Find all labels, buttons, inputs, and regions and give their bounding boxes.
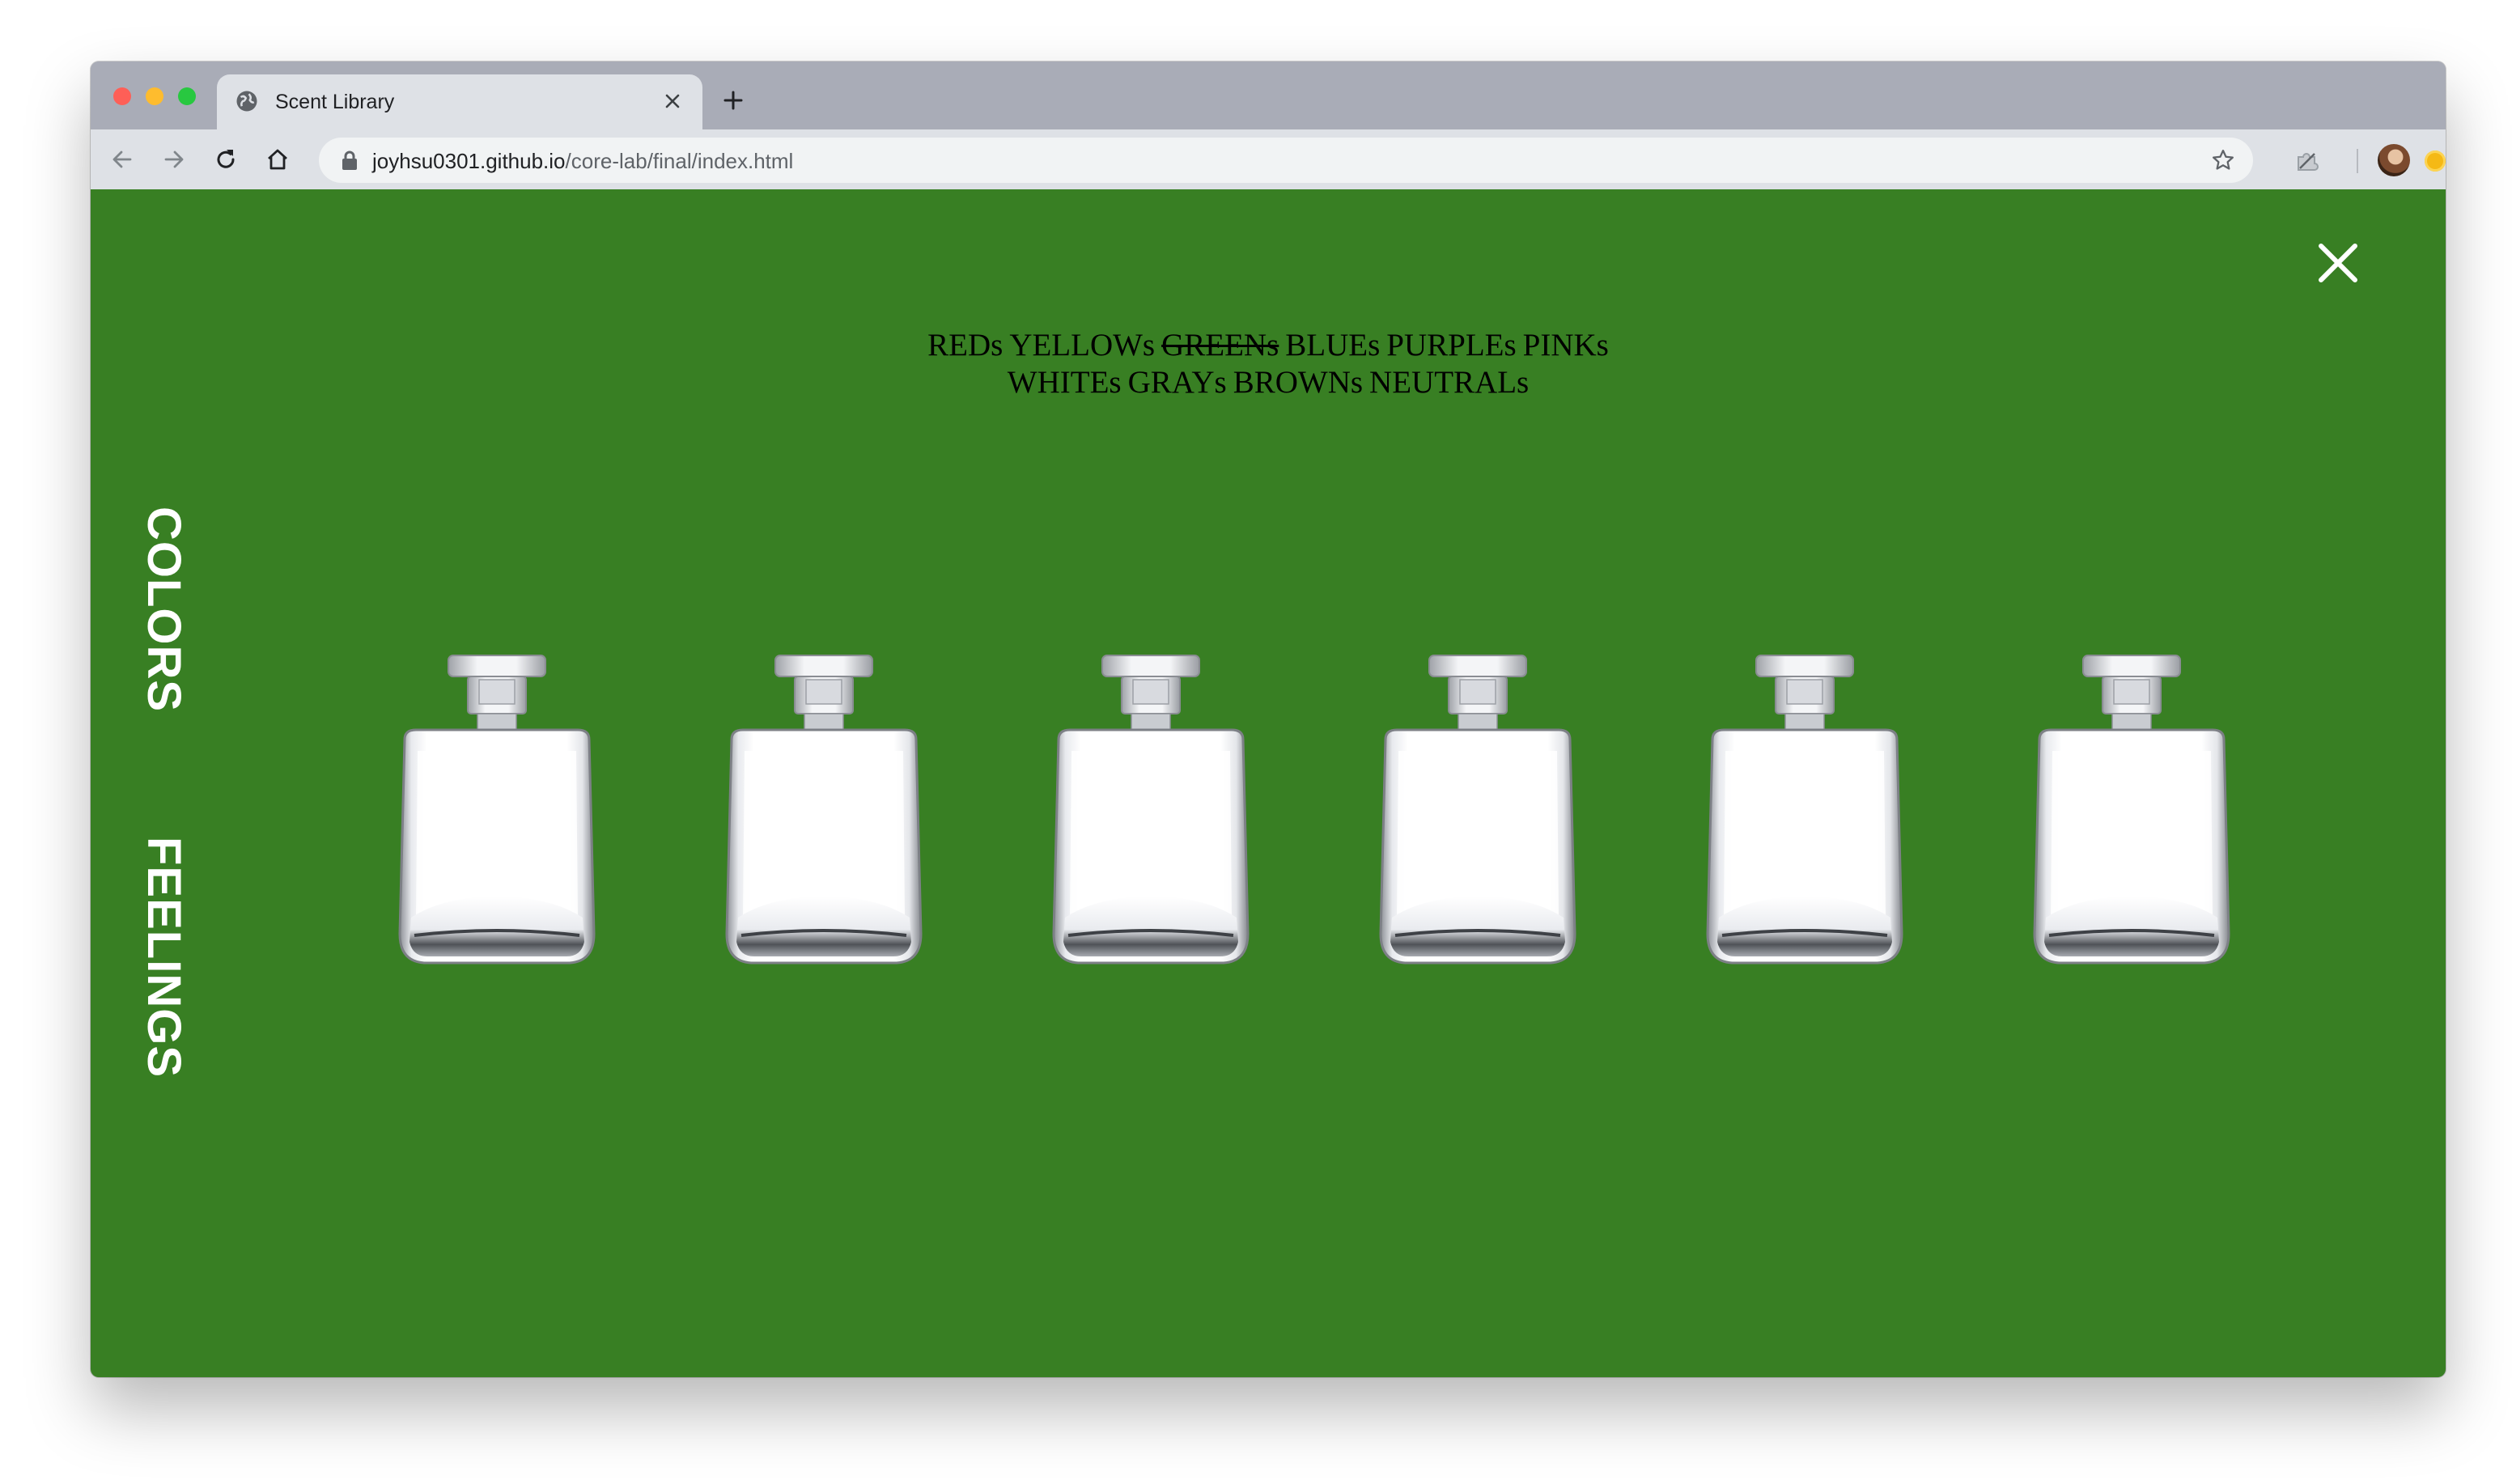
back-arrow-icon[interactable]	[107, 144, 138, 175]
lock-icon	[342, 151, 357, 170]
extension-coin-icon[interactable]	[2425, 151, 2446, 172]
home-icon[interactable]	[262, 144, 293, 175]
browser-tab[interactable]: Scent Library	[217, 74, 702, 129]
globe-icon	[236, 91, 257, 112]
url-text: joyhsu0301.github.io/core-lab/final/inde…	[372, 149, 793, 174]
tab-bar: Scent Library	[91, 61, 2446, 129]
url-host: joyhsu0301.github.io	[372, 149, 566, 173]
scent-library-page: REDs YELLOWs GREENs BLUEs PURPLEs PINKs WHITE…	[91, 189, 2446, 1377]
feelings-side-tab[interactable]: FEELINGS	[137, 837, 191, 1078]
perfume-bottle-1[interactable]	[390, 651, 604, 966]
color-filter-yellows[interactable]: YELLOWs	[1009, 328, 1155, 363]
perfume-bottle-3[interactable]	[1044, 651, 1258, 966]
color-filter-pinks[interactable]: PINKs	[1523, 328, 1609, 363]
url-path: /core-lab/final/index.html	[565, 149, 794, 173]
color-filter-greens[interactable]: GREENs	[1161, 328, 1279, 363]
toolbar-divider	[2357, 149, 2358, 173]
forward-arrow-icon[interactable]	[159, 144, 189, 175]
perfume-bottle-5[interactable]	[1698, 651, 1912, 966]
color-filter-grays[interactable]: GRAYs	[1128, 365, 1227, 400]
perfume-bottle-2[interactable]	[717, 651, 931, 966]
minimize-window-button[interactable]	[146, 87, 163, 105]
color-filter-purples[interactable]: PURPLEs	[1386, 328, 1516, 363]
extension-puzzle-icon[interactable]	[2293, 147, 2321, 175]
color-filter-row-1: REDs YELLOWs GREENs BLUEs PURPLEs PINKs	[91, 327, 2446, 364]
close-window-button[interactable]	[113, 87, 131, 105]
reload-icon[interactable]	[210, 144, 241, 175]
tab-close-icon[interactable]	[659, 87, 686, 115]
color-filter-whites[interactable]: WHITEs	[1008, 365, 1122, 400]
new-tab-plus-icon[interactable]	[719, 86, 748, 115]
profile-avatar[interactable]	[2378, 144, 2410, 176]
color-filter-blues[interactable]: BLUEs	[1285, 328, 1380, 363]
perfume-bottle-4[interactable]	[1371, 651, 1585, 966]
color-filter-nav: REDs YELLOWs GREENs BLUEs PURPLEs PINKs WHITE…	[91, 327, 2446, 401]
tab-title: Scent Library	[275, 91, 395, 113]
close-icon[interactable]	[2316, 241, 2360, 285]
color-filter-row-2: WHITEs GRAYs BROWNs NEUTRALs	[91, 364, 2446, 401]
color-filter-neutrals[interactable]: NEUTRALs	[1369, 365, 1529, 400]
maximize-window-button[interactable]	[178, 87, 196, 105]
bookmark-star-icon[interactable]	[2211, 148, 2235, 172]
colors-side-tab[interactable]: COLORS	[137, 507, 191, 712]
perfume-bottle-6[interactable]	[2025, 651, 2238, 966]
color-filter-browns[interactable]: BROWNs	[1233, 365, 1363, 400]
browser-window: Scent Library joyhsu0301.github.io/core-…	[91, 61, 2446, 1377]
address-bar[interactable]: joyhsu0301.github.io/core-lab/final/inde…	[319, 138, 2253, 183]
color-filter-reds[interactable]: REDs	[927, 328, 1003, 363]
browser-toolbar: joyhsu0301.github.io/core-lab/final/inde…	[91, 129, 2446, 190]
